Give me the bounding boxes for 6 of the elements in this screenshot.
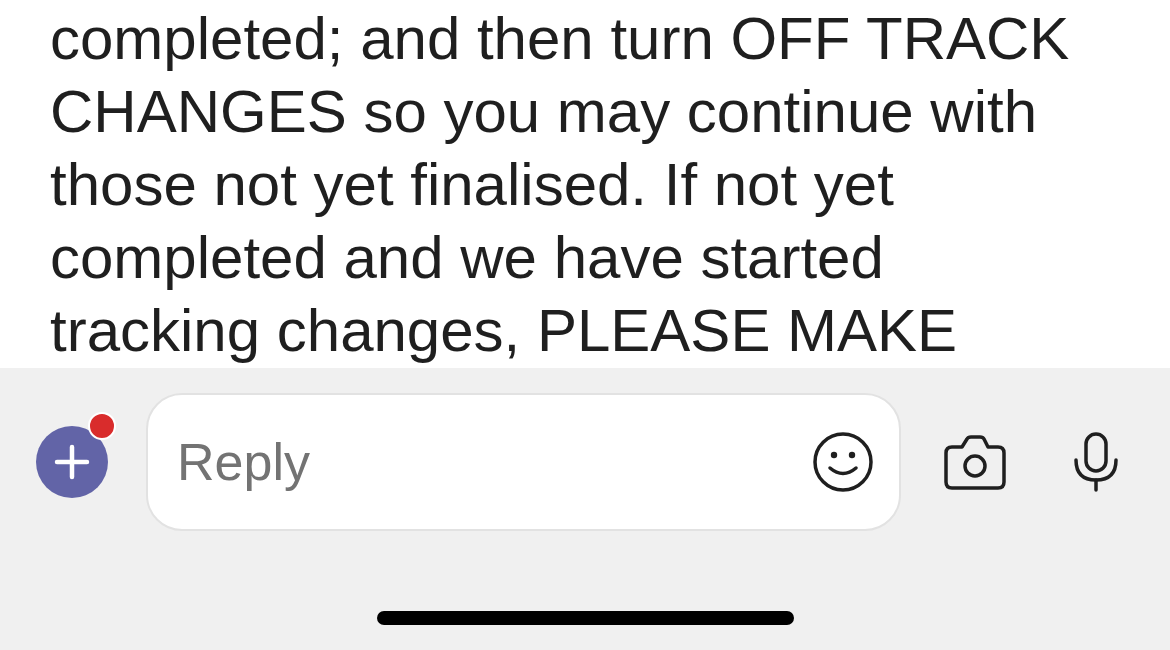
camera-icon[interactable] <box>944 434 1006 490</box>
plus-icon <box>54 444 90 480</box>
message-text: completed; and then turn OFF TRACK CHANGES so you may continue with those not yet finalised. If not yet completed and we have started tracking changes, PLEASE MAKE <box>50 4 1071 366</box>
emoji-icon[interactable] <box>813 432 873 492</box>
reply-field[interactable]: Reply <box>146 393 901 531</box>
microphone-icon[interactable] <box>1074 432 1118 492</box>
